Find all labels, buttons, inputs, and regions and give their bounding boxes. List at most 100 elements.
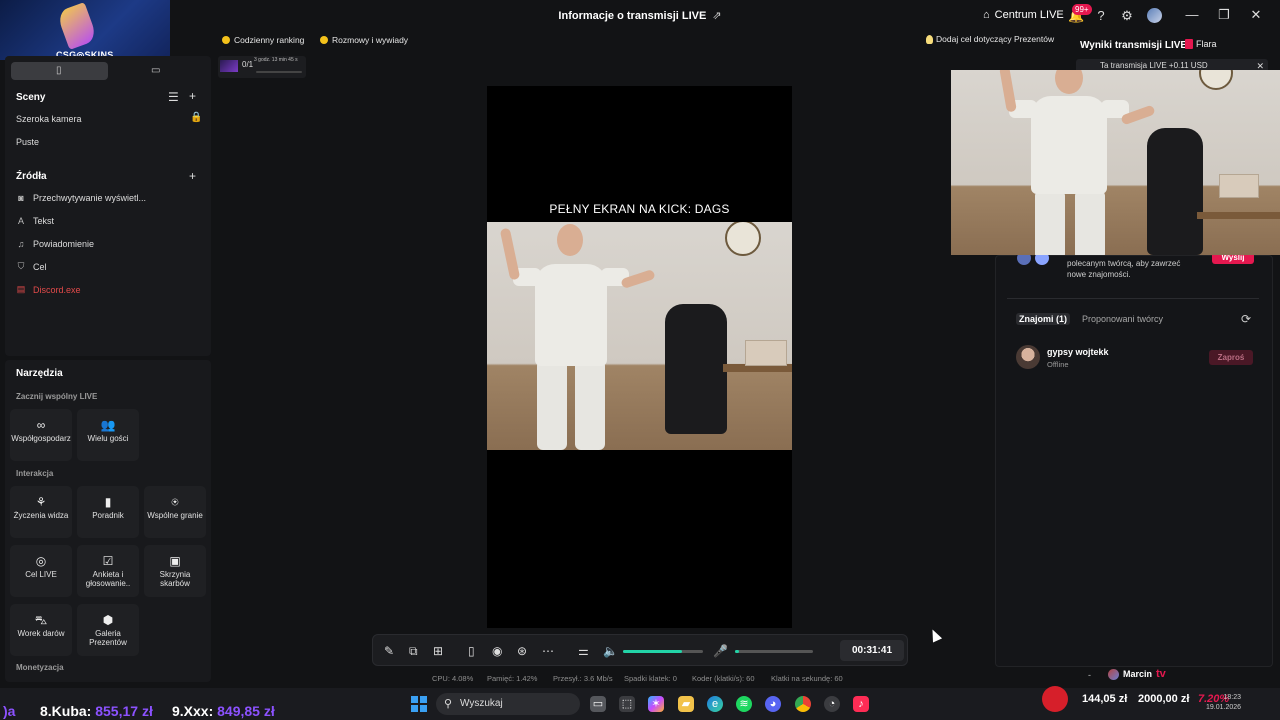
folder-icon[interactable]: ▰ xyxy=(678,696,694,712)
maximize-icon[interactable]: ❐ xyxy=(1216,7,1232,23)
source-item-goal[interactable]: ⛉ Cel xyxy=(16,261,47,272)
scene-item-wide-camera[interactable]: Szeroka kamera xyxy=(16,114,82,124)
daily-ranking-pill[interactable]: Codzienny ranking xyxy=(222,33,304,47)
add-scene-icon[interactable]: + xyxy=(189,89,196,103)
talks-pill[interactable]: Rozmowy i wywiady xyxy=(320,33,408,47)
centrum-live-button[interactable]: ⌂ Centrum LIVE xyxy=(983,9,1064,21)
live-results-title: Wyniki transmisji LIVE xyxy=(1080,40,1188,51)
camera-switch-icon[interactable]: ⊛ xyxy=(517,644,527,658)
status-fraction: 0/1 xyxy=(242,60,254,69)
camera-overlay xyxy=(951,70,1280,255)
help-icon[interactable]: ? xyxy=(1093,8,1109,24)
flara-badge[interactable]: Flara xyxy=(1185,39,1217,49)
gear-icon[interactable]: ⚙ xyxy=(1119,8,1135,24)
discord-icon[interactable]: ◕ xyxy=(765,696,781,712)
book-icon: ▮ xyxy=(104,495,112,509)
profile-avatar[interactable] xyxy=(1147,8,1162,23)
coin-icon xyxy=(320,36,328,44)
orientation-toggle[interactable]: ▯ ▭ xyxy=(11,62,205,80)
notification-badge: 99+ xyxy=(1072,4,1092,15)
co-play-tile[interactable]: ⍟ Wspólne granie xyxy=(144,486,206,538)
friend-name[interactable]: gypsy wojtekk xyxy=(1047,347,1109,357)
camera-scene xyxy=(487,222,792,450)
landscape-icon[interactable]: ▭ xyxy=(151,65,160,76)
close-icon[interactable]: ✕ xyxy=(1248,7,1264,23)
tray-amount-1: 144,05 zł xyxy=(1082,693,1128,705)
co-live-header: Zacznij wspólny LIVE xyxy=(16,392,98,401)
magic-wand-icon[interactable]: ✎ xyxy=(384,644,394,658)
add-gift-goal-button[interactable]: Dodaj cel dotyczący Prezentów xyxy=(926,34,1054,44)
edge-icon[interactable]: e xyxy=(707,696,723,712)
wishes-icon: ⚘ xyxy=(35,495,47,509)
invite-button[interactable]: Zaproś xyxy=(1209,350,1253,365)
microphone-icon[interactable]: 🎤 xyxy=(713,644,728,658)
gaming-chair xyxy=(1147,128,1203,255)
refresh-icon[interactable]: ⟳ xyxy=(1241,312,1251,326)
tv-badge: tv xyxy=(1156,668,1166,680)
head xyxy=(1055,70,1083,94)
portrait-icon[interactable]: ▯ xyxy=(468,644,475,658)
stream-timer: 00:31:41 xyxy=(840,640,904,661)
gift-bag-tile[interactable]: ⛍ Worek darów xyxy=(10,604,72,656)
taskbar-search[interactable]: ⚲ Wyszukaj xyxy=(436,693,580,715)
right-leg xyxy=(1075,190,1105,255)
stream-preview[interactable]: PEŁNY EKRAN NA KICK: DAGS xyxy=(487,86,792,628)
gift-gallery-tile[interactable]: ⬢ Galeria Prezentów xyxy=(77,604,139,656)
lock-icon[interactable]: 🔒 xyxy=(190,112,202,123)
speaker-icon[interactable]: 🔈 xyxy=(603,644,618,658)
ticker-entry-1: 8.Kuba: 855,17 zł xyxy=(40,703,153,719)
fps-stat: Klatki na sekundę: 60 xyxy=(771,674,843,683)
viewer-wishes-tile[interactable]: ⚘ Życzenia widza xyxy=(10,486,72,538)
settings-sliders-icon[interactable]: ⚌ xyxy=(578,644,589,658)
mic-slider[interactable] xyxy=(735,650,813,653)
tab-friends[interactable]: Znajomi (1) xyxy=(1016,313,1071,325)
monetization-header: Monetyzacja xyxy=(16,663,64,672)
camera-icon: ◙ xyxy=(18,193,24,203)
ticker-entry-2: 9.Xxx: 849,85 zł xyxy=(172,703,275,719)
spotify-icon[interactable]: ≋ xyxy=(736,696,752,712)
cohost-tile[interactable]: ∞ Współgospodarz xyxy=(10,409,72,461)
source-item-notification[interactable]: ♫ Powiadomienie xyxy=(16,239,94,249)
list-icon[interactable]: ☰ xyxy=(168,90,179,104)
source-item-discord[interactable]: ▤ Discord.exe xyxy=(16,284,81,295)
share-icon[interactable]: ⇗ xyxy=(712,10,721,22)
shield-icon: ⛉ xyxy=(17,261,25,271)
pip-icon[interactable]: ⊞ xyxy=(433,644,443,658)
guide-tile[interactable]: ▮ Poradnik xyxy=(77,486,139,538)
source-item-display-capture[interactable]: ◙ Przechwytywanie wyświetl... xyxy=(16,193,146,203)
mini-status-widget[interactable]: 0/1 3 godz. 13 min 45 s xyxy=(218,56,306,78)
tiktok-icon[interactable]: ♪ xyxy=(853,696,869,712)
multi-guest-tile[interactable]: 👥 Wielu gości xyxy=(77,409,139,461)
copilot-icon[interactable]: ✶ xyxy=(648,696,664,712)
more-icon[interactable]: ⋯ xyxy=(542,644,554,658)
layers-icon[interactable]: ⧉ xyxy=(409,644,418,659)
treasure-chest-tile[interactable]: ▣ Skrzynia skarbów xyxy=(144,545,206,597)
friend-avatar[interactable] xyxy=(1016,345,1040,369)
obs-icon[interactable]: ◔ xyxy=(824,696,840,712)
ticker-prefix: )a xyxy=(3,703,16,719)
volume-slider[interactable] xyxy=(623,650,703,653)
status-time: 3 godz. 13 min 45 s xyxy=(254,57,298,63)
source-item-text[interactable]: A Tekst xyxy=(16,216,54,226)
scene-item-empty[interactable]: Puste xyxy=(16,137,39,147)
flag-icon xyxy=(1185,39,1193,49)
chrome-icon[interactable] xyxy=(795,696,811,712)
clock[interactable]: 18:23 19.01.2026 xyxy=(1206,693,1241,713)
bulb-icon xyxy=(926,34,933,44)
add-source-icon[interactable]: + xyxy=(189,169,196,183)
windows-start-icon[interactable] xyxy=(411,696,427,712)
live-goal-tile[interactable]: ◎ Cel LIVE xyxy=(10,545,72,597)
record-icon[interactable]: ◉ xyxy=(492,644,502,658)
task-view-icon[interactable]: ▭ xyxy=(590,696,606,712)
cpu-stat: CPU: 4.08% xyxy=(432,674,474,683)
minimize-icon[interactable]: — xyxy=(1184,7,1200,22)
coin-icon xyxy=(222,36,230,44)
poll-tile[interactable]: ☑ Ankieta i głosowanie.. xyxy=(77,545,139,597)
encoder-fps-stat: Koder (klatki/s): 60 xyxy=(692,674,755,683)
search-icon: ⚲ xyxy=(444,698,453,710)
store-icon[interactable]: ⬚ xyxy=(619,696,635,712)
left-leg xyxy=(1035,190,1065,255)
tab-suggested-creators[interactable]: Proponowani twórcy xyxy=(1079,313,1166,325)
preview-caption: PEŁNY EKRAN NA KICK: DAGS xyxy=(549,202,730,216)
camera-feed xyxy=(487,222,792,450)
